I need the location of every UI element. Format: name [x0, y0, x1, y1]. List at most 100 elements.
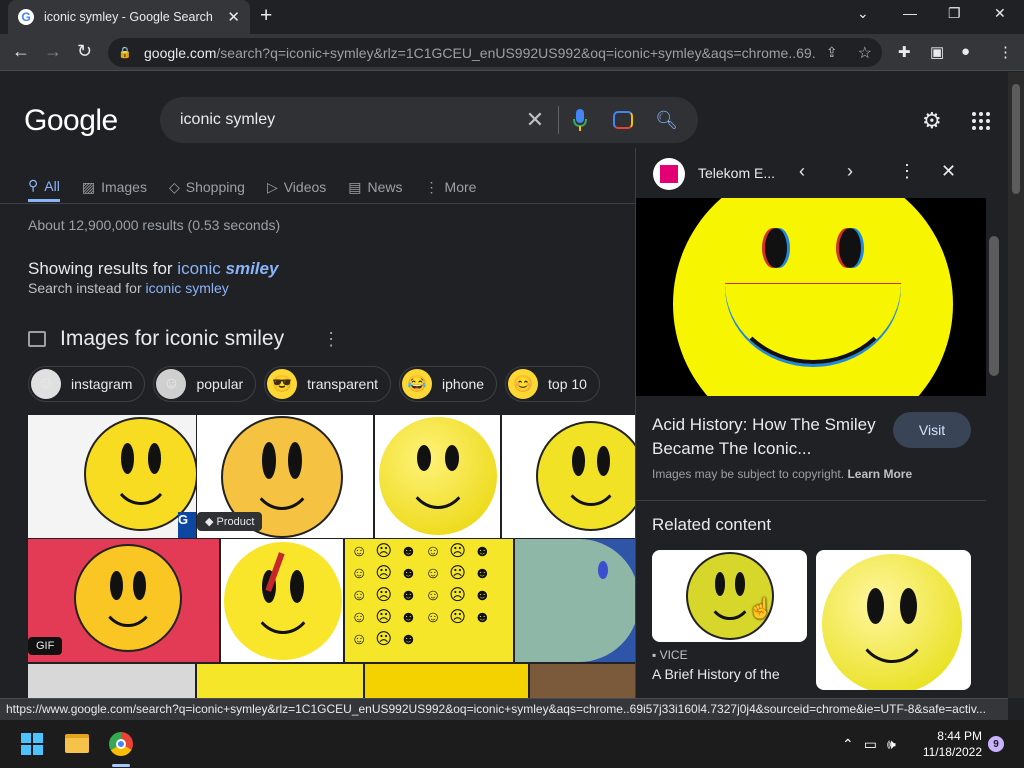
related-image[interactable] — [816, 550, 971, 690]
corrected-word: iconic — [177, 259, 221, 278]
chip-transparent[interactable]: 😎 transparent — [264, 366, 391, 402]
google-lens-icon[interactable] — [613, 111, 634, 129]
page-scrollbar-thumb[interactable] — [1012, 84, 1020, 194]
image-result[interactable] — [197, 664, 363, 698]
minimize-button[interactable]: — — [903, 5, 917, 21]
related-source: ▪ VICE — [652, 648, 688, 662]
tab-search-icon[interactable]: ⌄ — [857, 5, 869, 22]
new-tab-button[interactable]: + — [260, 5, 272, 27]
more-options-icon[interactable]: ⋮ — [898, 161, 916, 182]
tab-all[interactable]: ⚲ All — [28, 172, 60, 202]
microphone-icon[interactable] — [573, 109, 588, 131]
image-result[interactable] — [28, 664, 195, 698]
panel-scrollbar[interactable] — [986, 220, 1004, 698]
image-result[interactable]: ☺☹☻☺☹☻☺☹☻☺☹☻☺☹☻☺☹☻☺☹☻☺☹☻☺☹☻ — [345, 539, 513, 662]
image-result[interactable]: ◆ Product — [197, 415, 373, 538]
share-icon[interactable]: ⇪ — [826, 44, 838, 61]
result-stats: About 12,900,000 results (0.53 seconds) — [28, 217, 281, 233]
browser-tab[interactable]: G iconic symley - Google Search ✕ — [8, 0, 250, 34]
extensions-icon[interactable]: ✚ — [898, 43, 911, 61]
panel-scrollbar-thumb[interactable] — [989, 236, 999, 376]
status-bar-url: https://www.google.com/search?q=iconic+s… — [0, 698, 1008, 720]
network-icon[interactable]: ▭ — [864, 736, 877, 753]
clock[interactable]: 8:44 PM 11/18/2022 — [920, 728, 982, 760]
images-section-header: Images for iconic smiley ⋮ — [28, 327, 340, 351]
lock-icon[interactable]: 🔒 — [118, 46, 132, 59]
chip-thumbnail: ☺ — [31, 369, 61, 399]
next-icon[interactable]: › — [847, 161, 853, 182]
preview-image[interactable] — [636, 198, 986, 396]
file-explorer-icon[interactable] — [65, 734, 89, 753]
search-instead: Search instead for iconic symley — [28, 280, 229, 296]
chip-popular[interactable]: ☺ popular — [153, 366, 257, 402]
chip-iphone[interactable]: 😂 iphone — [399, 366, 498, 402]
restore-button[interactable]: ❐ — [948, 5, 961, 22]
bookmark-star-icon[interactable]: ☆ — [858, 43, 872, 63]
chevron-up-icon[interactable]: ⌃ — [842, 736, 854, 753]
menu-icon[interactable]: ⋮ — [998, 43, 1013, 61]
image-result[interactable] — [530, 664, 640, 698]
google-logo[interactable]: Google — [24, 104, 118, 138]
copyright-notice: Images may be subject to copyright. Lear… — [652, 467, 912, 481]
tab-shopping[interactable]: ◇ Shopping — [169, 172, 245, 202]
search-icon[interactable]: 🔍︎ — [655, 110, 678, 131]
visit-button[interactable]: Visit — [893, 412, 971, 448]
active-app-indicator — [112, 764, 130, 767]
showing-results-for: Showing results for iconic smiley — [28, 259, 278, 279]
clear-search-icon[interactable]: ✕ — [526, 107, 544, 133]
system-tray: ⌃ ▭ 🕪 — [842, 736, 896, 753]
previous-icon[interactable]: ‹ — [799, 161, 805, 182]
forward-button[interactable]: → — [44, 41, 62, 62]
close-tab-icon[interactable]: ✕ — [227, 8, 240, 26]
side-panel-icon[interactable]: ▣ — [930, 43, 944, 61]
image-result[interactable] — [515, 539, 640, 662]
volume-icon[interactable]: 🕪 — [887, 736, 896, 753]
back-button[interactable]: ← — [12, 41, 30, 62]
image-result[interactable] — [375, 415, 500, 538]
chip-thumbnail: ☺ — [156, 369, 187, 399]
chip-instagram[interactable]: ☺ instagram — [28, 366, 146, 402]
tab-images[interactable]: ▨ Images — [82, 172, 147, 202]
profile-icon[interactable]: ● — [961, 43, 970, 60]
close-icon[interactable]: ✕ — [941, 161, 956, 182]
chrome-taskbar-icon[interactable] — [109, 732, 133, 756]
tab-label: News — [367, 179, 403, 195]
more-options-icon[interactable]: ⋮ — [322, 329, 340, 350]
source-logo[interactable] — [653, 158, 685, 190]
settings-gear-icon[interactable]: ⚙ — [922, 108, 942, 134]
reload-button[interactable]: ↻ — [77, 41, 92, 62]
start-button[interactable] — [21, 733, 43, 755]
google-apps-icon[interactable] — [972, 112, 990, 130]
source-name[interactable]: Telekom E... — [698, 165, 775, 181]
chip-thumbnail: 😎 — [267, 369, 298, 399]
tab-videos[interactable]: ▷ Videos — [267, 172, 326, 202]
related-image[interactable]: ☝ — [652, 550, 807, 642]
instead-prefix: Search instead for — [28, 280, 146, 296]
tab-label: All — [44, 177, 60, 194]
page-scrollbar[interactable] — [1008, 72, 1024, 698]
related-caption[interactable]: A Brief History of the — [652, 666, 780, 682]
search-box[interactable]: ✕ 🔍︎ — [160, 97, 698, 143]
close-window-button[interactable]: ✕ — [994, 5, 1006, 22]
tab-label: More — [444, 179, 477, 195]
notification-badge[interactable]: 9 — [988, 736, 1004, 752]
learn-more-link[interactable]: Learn More — [847, 467, 912, 481]
clock-date: 11/18/2022 — [922, 745, 982, 759]
preview-title[interactable]: Acid History: How The Smiley Became The … — [652, 413, 882, 461]
original-query-link[interactable]: iconic symley — [146, 280, 229, 296]
image-result[interactable] — [365, 664, 528, 698]
image-result[interactable]: GIF — [28, 539, 219, 662]
search-input[interactable] — [180, 111, 526, 129]
divider — [558, 106, 560, 134]
tab-more[interactable]: ⋮ More — [425, 172, 477, 202]
image-result[interactable] — [221, 539, 343, 662]
address-bar[interactable]: 🔒 google.com/search?q=iconic+symley&rlz=… — [108, 38, 882, 67]
chip-top-10[interactable]: 😊 top 10 — [505, 366, 600, 402]
tab-news[interactable]: ▤ News — [348, 172, 402, 202]
chip-thumbnail: 😊 — [508, 369, 539, 399]
corrected-query-link[interactable]: iconic smiley — [177, 259, 278, 278]
image-result[interactable] — [502, 415, 640, 538]
chip-label: iphone — [442, 376, 485, 392]
image-result[interactable]: G — [28, 415, 196, 538]
images-heading[interactable]: Images for iconic smiley — [60, 327, 284, 351]
